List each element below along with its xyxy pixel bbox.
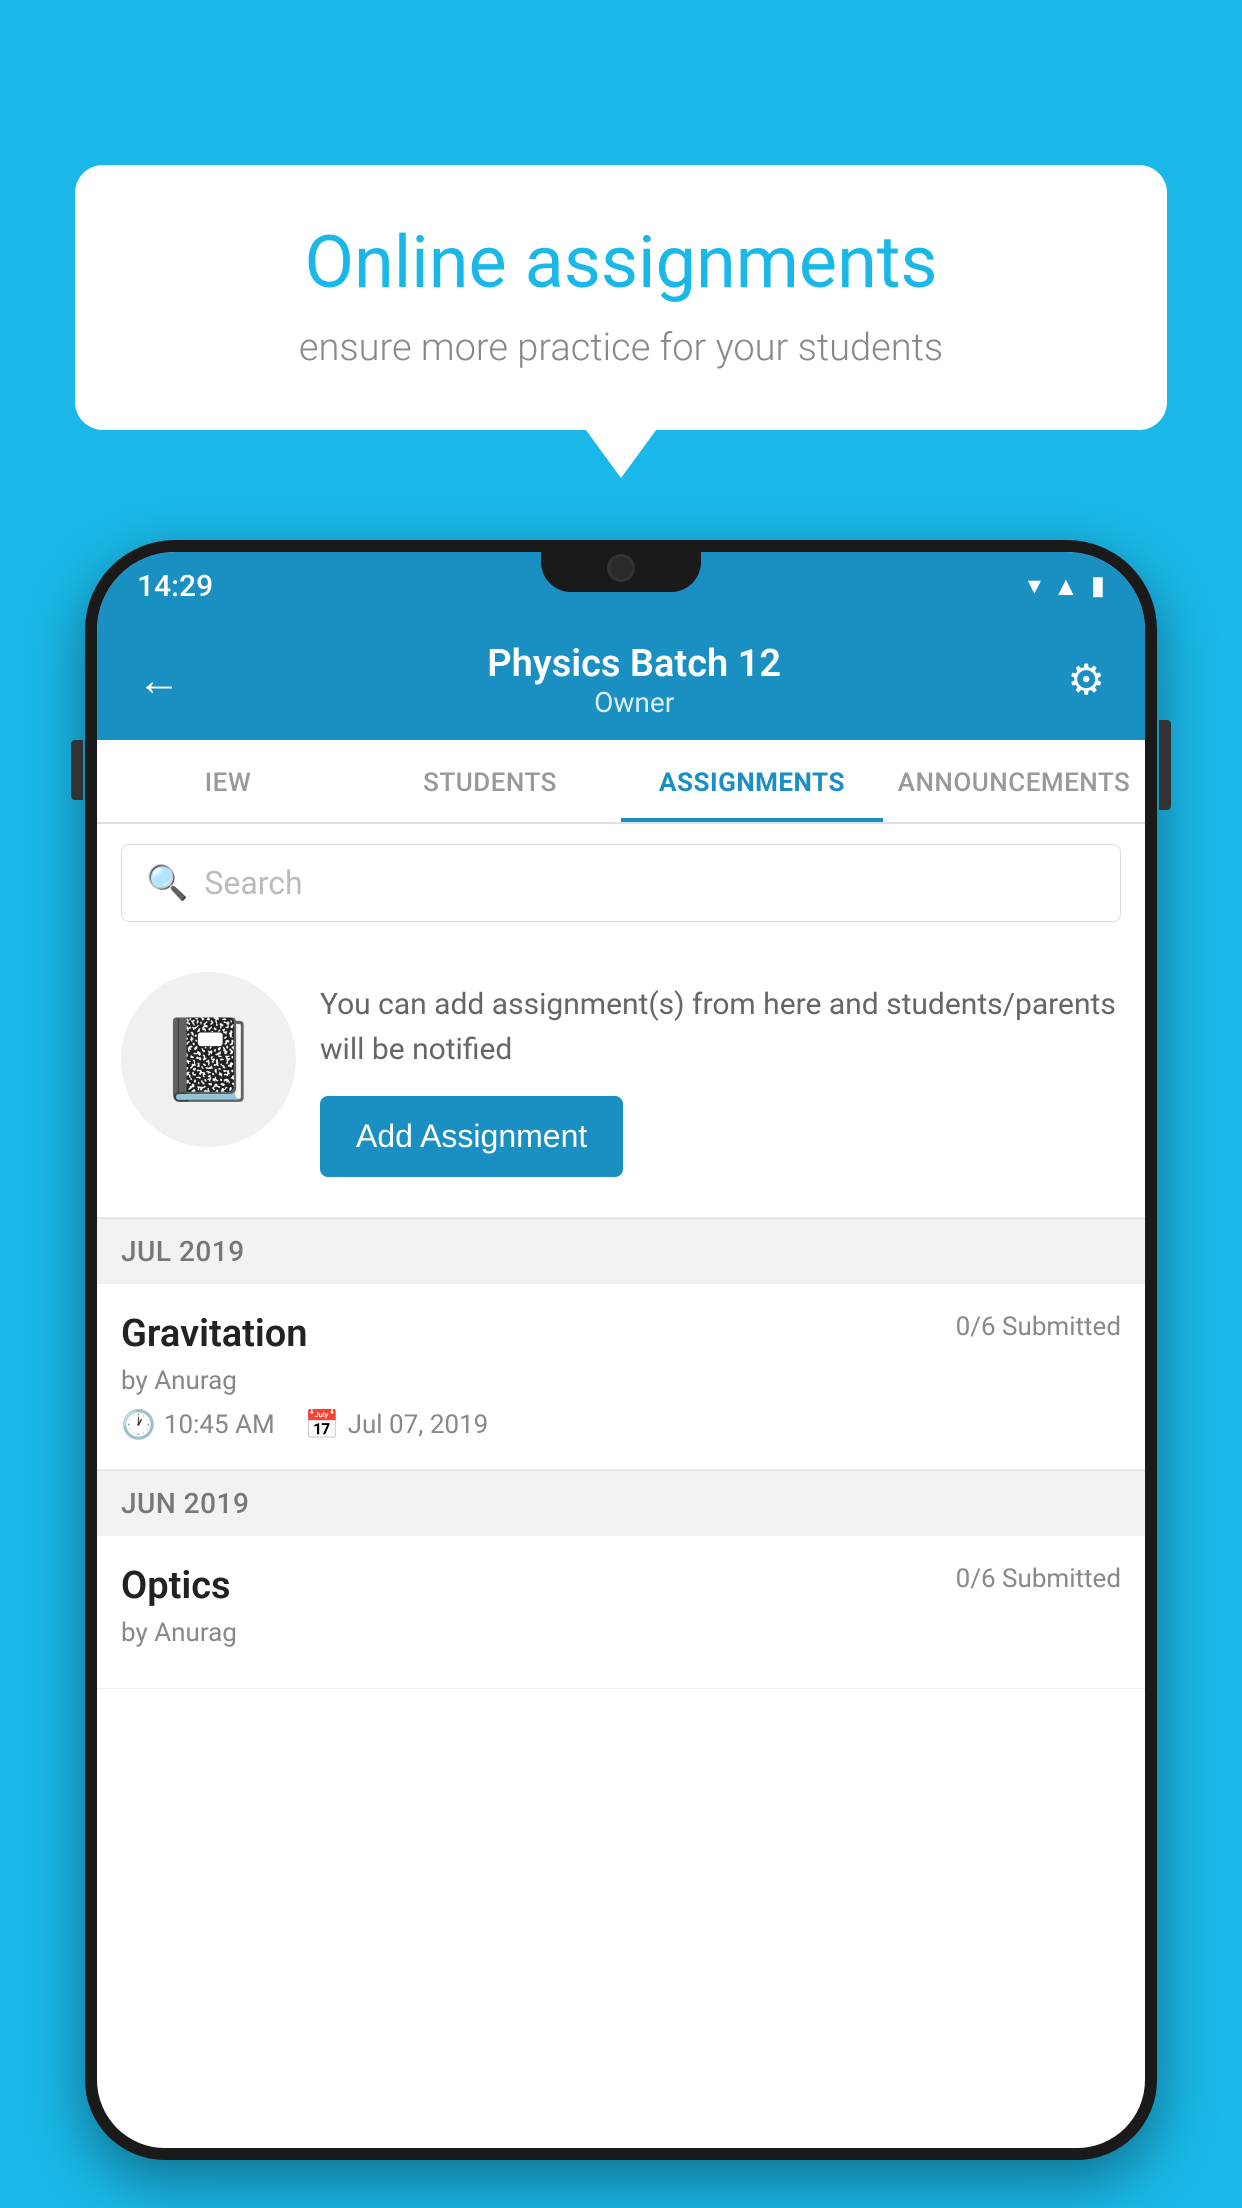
assignment-item-gravitation[interactable]: Gravitation 0/6 Submitted by Anurag 🕐 10… bbox=[97, 1284, 1145, 1470]
phone-camera bbox=[607, 554, 635, 582]
status-icons: ▾ ▲ ▮ bbox=[1028, 571, 1105, 602]
search-icon: 🔍 bbox=[146, 863, 188, 903]
phone-container: 14:29 ▾ ▲ ▮ ← Physics Batch 12 Owner ⚙ I… bbox=[85, 540, 1157, 2208]
tab-students[interactable]: STUDENTS bbox=[359, 740, 621, 822]
meta-date: 📅 Jul 07, 2019 bbox=[305, 1408, 489, 1441]
assignment-time: 10:45 AM bbox=[164, 1410, 275, 1440]
section-header-jun: JUN 2019 bbox=[97, 1470, 1145, 1536]
wifi-icon: ▾ bbox=[1028, 571, 1041, 601]
back-button[interactable]: ← bbox=[137, 654, 181, 706]
meta-time: 🕐 10:45 AM bbox=[121, 1408, 275, 1441]
calendar-icon: 📅 bbox=[305, 1408, 340, 1441]
app-bar-title: Physics Batch 12 bbox=[201, 642, 1067, 686]
assignment-author: by Anurag bbox=[121, 1366, 1121, 1396]
add-assignment-button[interactable]: Add Assignment bbox=[320, 1096, 623, 1177]
promo-content: You can add assignment(s) from here and … bbox=[320, 972, 1121, 1177]
app-bar: ← Physics Batch 12 Owner ⚙ bbox=[97, 620, 1145, 740]
battery-icon: ▮ bbox=[1091, 571, 1105, 601]
assignment-submitted-optics: 0/6 Submitted bbox=[956, 1564, 1121, 1594]
phone-outer: 14:29 ▾ ▲ ▮ ← Physics Batch 12 Owner ⚙ I… bbox=[85, 540, 1157, 2160]
settings-icon[interactable]: ⚙ bbox=[1067, 655, 1105, 705]
search-input-wrapper[interactable]: 🔍 Search bbox=[121, 844, 1121, 922]
tabs-container: IEW STUDENTS ASSIGNMENTS ANNOUNCEMENTS bbox=[97, 740, 1145, 824]
speech-bubble-title: Online assignments bbox=[145, 220, 1097, 306]
assignment-row1-optics: Optics 0/6 Submitted bbox=[121, 1564, 1121, 1608]
search-container: 🔍 Search bbox=[97, 824, 1145, 942]
tab-assignments[interactable]: ASSIGNMENTS bbox=[621, 740, 883, 822]
tab-announcements[interactable]: ANNOUNCEMENTS bbox=[883, 740, 1145, 822]
assignment-submitted: 0/6 Submitted bbox=[956, 1312, 1121, 1342]
assignment-date: Jul 07, 2019 bbox=[348, 1410, 489, 1440]
phone-screen: 14:29 ▾ ▲ ▮ ← Physics Batch 12 Owner ⚙ I… bbox=[97, 552, 1145, 2148]
tab-iew[interactable]: IEW bbox=[97, 740, 359, 822]
notebook-icon: 📓 bbox=[159, 1013, 259, 1107]
promo-text: You can add assignment(s) from here and … bbox=[320, 982, 1121, 1072]
promo-section: 📓 You can add assignment(s) from here an… bbox=[97, 942, 1145, 1218]
signal-icon: ▲ bbox=[1053, 571, 1079, 602]
assignment-name-optics: Optics bbox=[121, 1564, 231, 1608]
app-bar-title-group: Physics Batch 12 Owner bbox=[201, 642, 1067, 719]
assignment-name: Gravitation bbox=[121, 1312, 308, 1356]
section-header-jul: JUL 2019 bbox=[97, 1218, 1145, 1284]
search-placeholder: Search bbox=[204, 864, 302, 902]
phone-side-btn-left bbox=[71, 740, 83, 800]
assignment-meta: 🕐 10:45 AM 📅 Jul 07, 2019 bbox=[121, 1408, 1121, 1441]
assignment-item-optics[interactable]: Optics 0/6 Submitted by Anurag bbox=[97, 1536, 1145, 1689]
status-time: 14:29 bbox=[137, 569, 213, 604]
speech-bubble-subtitle: ensure more practice for your students bbox=[145, 326, 1097, 370]
promo-icon-circle: 📓 bbox=[121, 972, 296, 1147]
app-bar-subtitle: Owner bbox=[201, 686, 1067, 719]
speech-bubble: Online assignments ensure more practice … bbox=[75, 165, 1167, 430]
clock-icon: 🕐 bbox=[121, 1408, 156, 1441]
assignment-author-optics: by Anurag bbox=[121, 1618, 1121, 1648]
phone-side-btn-right bbox=[1159, 720, 1171, 810]
phone-notch bbox=[541, 540, 701, 592]
assignment-row1: Gravitation 0/6 Submitted bbox=[121, 1312, 1121, 1356]
